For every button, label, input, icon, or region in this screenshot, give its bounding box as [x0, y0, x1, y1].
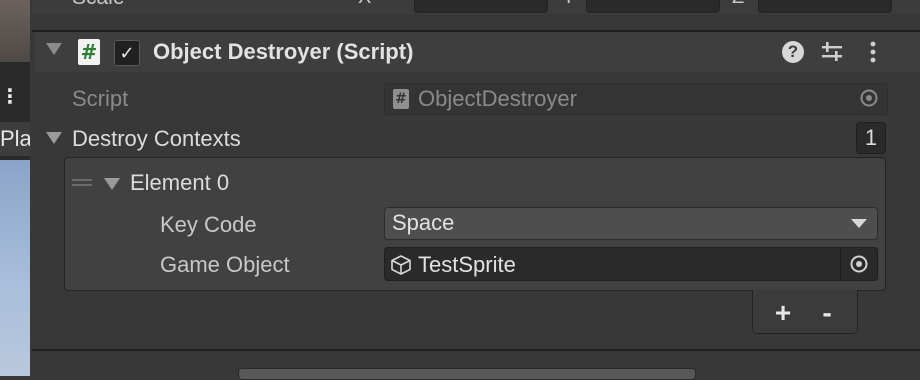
- scale-x-field[interactable]: [414, 0, 548, 13]
- drag-handle-icon[interactable]: [72, 178, 92, 188]
- game-object-value: TestSprite: [418, 252, 516, 277]
- script-value: ObjectDestroyer: [418, 86, 577, 111]
- component-enabled-checkbox[interactable]: ✓: [114, 40, 140, 66]
- scale-z-field[interactable]: [758, 0, 892, 13]
- dropdown-arrow-icon: [851, 219, 867, 228]
- destroy-contexts-foldout-icon[interactable]: [46, 131, 62, 145]
- key-code-dropdown[interactable]: [384, 207, 878, 240]
- script-label: Script: [72, 86, 129, 111]
- scale-z-label: Z: [732, 0, 744, 9]
- key-code-label: Key Code: [160, 212, 257, 237]
- game-object-label: Game Object: [160, 252, 290, 277]
- element-label[interactable]: Element 0: [130, 168, 229, 198]
- field-divider: [840, 248, 841, 280]
- scale-y-label: Y: [562, 0, 575, 9]
- game-object-cube-icon: [391, 255, 411, 275]
- add-component-button[interactable]: [238, 368, 696, 380]
- destroy-contexts-label[interactable]: Destroy Contexts: [72, 124, 241, 154]
- component-bottom-separator: [32, 349, 920, 351]
- scene-menu-icon[interactable]: ⋮: [0, 82, 20, 112]
- object-picker-icon[interactable]: [849, 254, 869, 274]
- object-picker-icon[interactable]: [859, 88, 879, 108]
- element-foldout-icon[interactable]: [104, 177, 120, 191]
- presets-icon[interactable]: [820, 40, 844, 64]
- script-icon: #: [78, 39, 100, 65]
- scale-label: Scale: [72, 0, 125, 10]
- script-file-icon: #: [393, 89, 409, 109]
- key-code-value: Space: [392, 210, 455, 235]
- array-size-field[interactable]: 1: [856, 122, 886, 154]
- scene-view-image: [0, 0, 30, 62]
- add-element-button[interactable]: +: [770, 298, 796, 328]
- component-title: Object Destroyer (Script): [153, 39, 414, 64]
- foldout-expanded-icon[interactable]: [46, 42, 62, 56]
- remove-element-button[interactable]: -: [814, 298, 840, 328]
- scale-x-label: X: [358, 0, 371, 9]
- scene-tab-label: Pla: [0, 126, 30, 151]
- kebab-menu-icon[interactable]: [866, 40, 880, 64]
- list-footer: [752, 290, 858, 334]
- scale-y-field[interactable]: [586, 0, 720, 13]
- help-icon[interactable]: ?: [782, 41, 804, 63]
- scene-view-sky: [0, 160, 30, 376]
